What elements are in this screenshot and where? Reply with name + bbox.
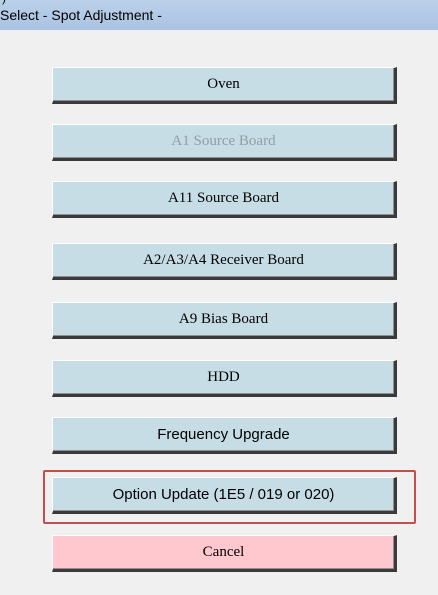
- title-corner-glyph: ): [2, 0, 6, 5]
- title-bar: ) Select - Spot Adjustment -: [0, 0, 438, 30]
- frequency-upgrade-button[interactable]: Frequency Upgrade: [52, 417, 397, 454]
- cancel-button[interactable]: Cancel: [52, 535, 397, 572]
- a9-bias-board-button[interactable]: A9 Bias Board: [52, 302, 397, 339]
- a11-source-board-button[interactable]: A11 Source Board: [52, 181, 397, 218]
- window-title: Select - Spot Adjustment -: [0, 7, 162, 23]
- hdd-button[interactable]: HDD: [52, 360, 397, 397]
- oven-button[interactable]: Oven: [52, 67, 397, 104]
- a2-a3-a4-receiver-board-button[interactable]: A2/A3/A4 Receiver Board: [52, 243, 397, 280]
- option-update-button[interactable]: Option Update (1E5 / 019 or 020): [52, 477, 397, 514]
- a1-source-board-button: A1 Source Board: [52, 124, 397, 161]
